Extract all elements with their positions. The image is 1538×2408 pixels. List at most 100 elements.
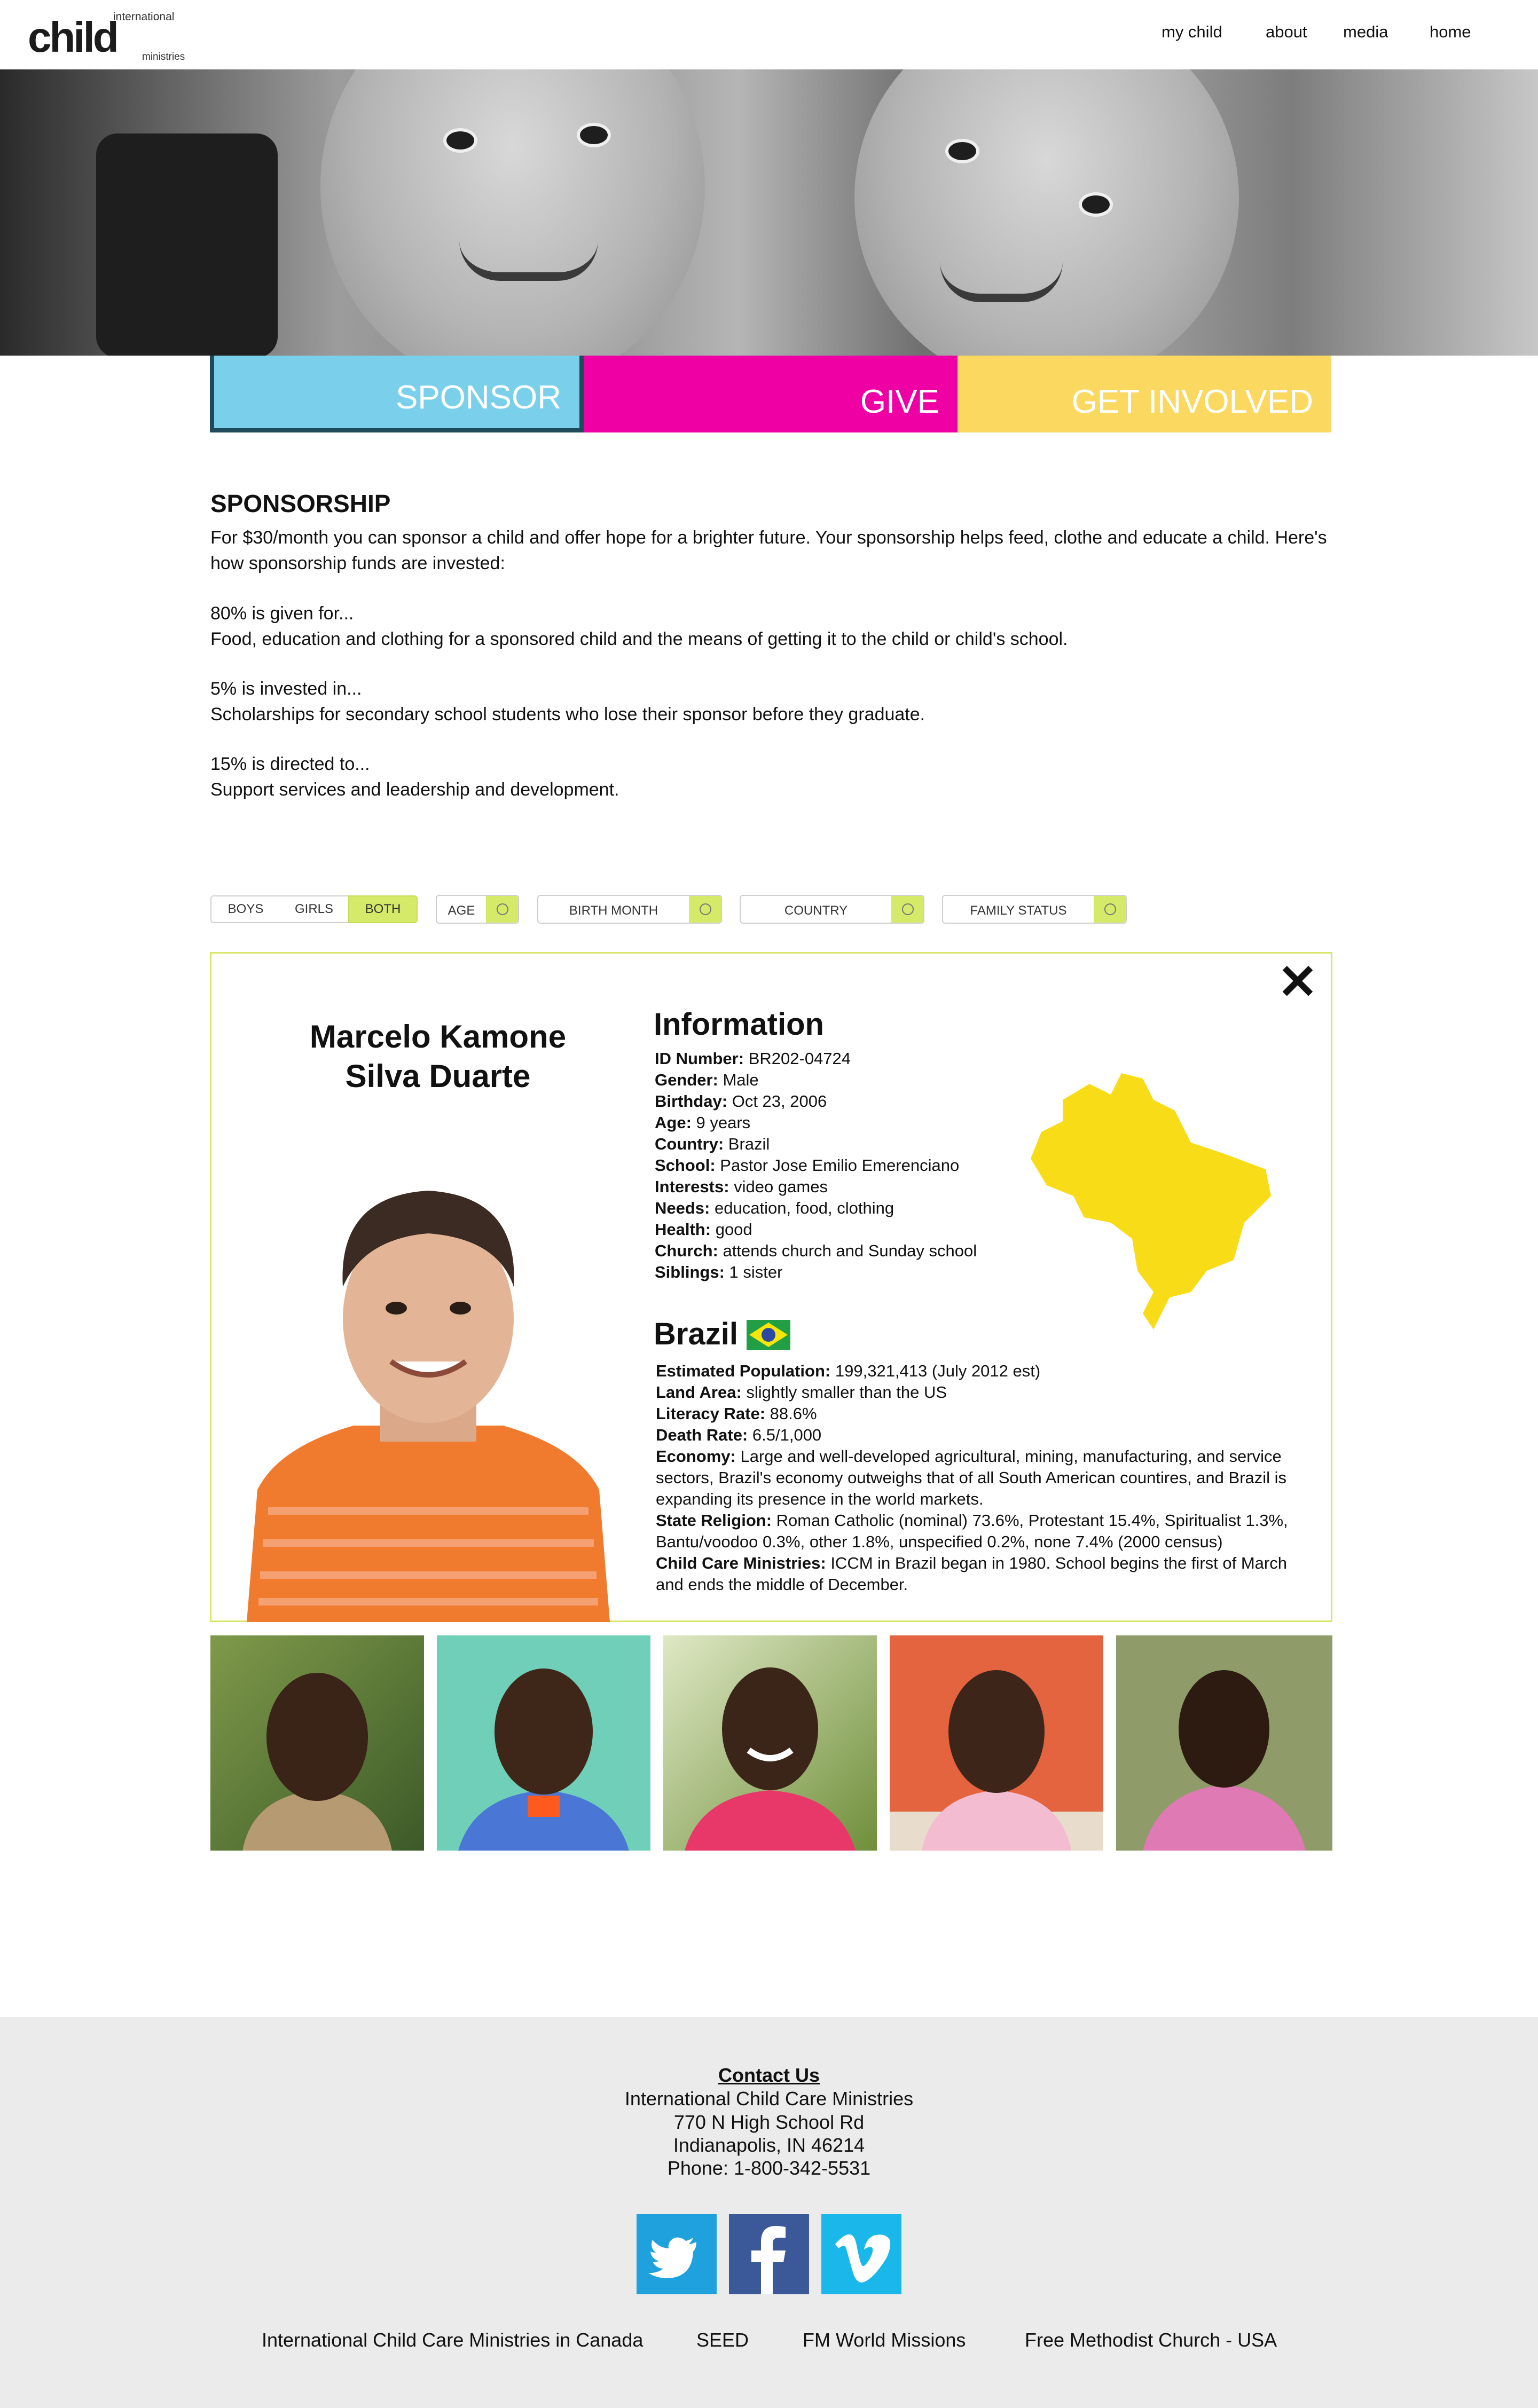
funding-80-body: Food, education and clothing for a spons… <box>210 629 1068 649</box>
child-info-row: Birthday: Oct 23, 2006 <box>655 1091 1029 1112</box>
birth-month-dropdown[interactable]: BIRTH MONTH <box>537 895 722 924</box>
info-value: good <box>715 1220 752 1239</box>
child-thumbnail[interactable] <box>663 1635 877 1851</box>
nav-media[interactable]: media <box>1343 22 1388 42</box>
info-label: Gender: <box>655 1071 718 1089</box>
info-label: Literacy Rate: <box>656 1404 766 1423</box>
info-value: attends church and Sunday school <box>723 1241 977 1260</box>
vimeo-icon[interactable] <box>821 2214 901 2294</box>
country-info-row: Economy: Large and well-developed agricu… <box>656 1446 1297 1510</box>
tab-get-involved[interactable]: GET INVOLVED <box>958 356 1331 432</box>
info-value: slightly smaller than the US <box>746 1383 947 1402</box>
child-info-row: Interests: video games <box>655 1176 1029 1198</box>
twitter-icon[interactable] <box>637 2214 717 2294</box>
country-info-row: Child Care Ministries: ICCM in Brazil be… <box>656 1553 1297 1595</box>
logo-line2: ministries <box>142 51 185 62</box>
footer-street: 770 N High School Rd <box>673 2111 865 2133</box>
country-heading: Brazil <box>654 1317 738 1351</box>
child-info-row: ID Number: BR202-04724 <box>655 1048 1029 1069</box>
info-label: Economy: <box>656 1447 736 1466</box>
info-value: education, food, clothing <box>715 1199 894 1217</box>
link-iccm-canada[interactable]: International Child Care Ministries in C… <box>262 2329 643 2351</box>
child-thumbnail[interactable] <box>437 1635 650 1851</box>
hero-figure <box>96 133 278 356</box>
child-info-row: Siblings: 1 sister <box>655 1262 1029 1283</box>
nav-home[interactable]: home <box>1430 22 1471 42</box>
contact-us-heading[interactable]: Contact Us <box>0 2064 1538 2087</box>
child-info-row: Gender: Male <box>655 1069 1029 1091</box>
info-value: Brazil <box>728 1135 770 1153</box>
funding-5-body: Scholarships for secondary school studen… <box>210 704 925 725</box>
info-value: Oct 23, 2006 <box>732 1092 827 1111</box>
brazil-map <box>1031 1073 1271 1329</box>
link-fm-world-missions[interactable]: FM World Missions <box>803 2329 966 2351</box>
child-info-row: Age: 9 years <box>655 1112 1029 1134</box>
info-label: Country: <box>655 1135 724 1153</box>
information-heading: Information <box>654 1007 824 1042</box>
funding-5-head: 5% is invested in... <box>210 679 362 699</box>
child-info-row: Country: Brazil <box>655 1134 1029 1155</box>
family-status-dropdown[interactable]: FAMILY STATUS <box>942 895 1127 924</box>
info-value: 1 sister <box>729 1263 783 1281</box>
funding-15-body: Support services and leadership and deve… <box>210 780 619 800</box>
info-value: video games <box>734 1177 828 1196</box>
info-label: Siblings: <box>655 1263 725 1281</box>
info-label: Land Area: <box>656 1383 742 1402</box>
country-info-row: Estimated Population: 199,321,413 (July … <box>656 1360 1297 1382</box>
info-value: BR202-04724 <box>748 1049 851 1068</box>
country-dropdown[interactable]: COUNTRY <box>740 895 924 924</box>
filter-girls[interactable]: GIRLS <box>280 895 349 923</box>
info-label: Death Rate: <box>656 1426 748 1444</box>
info-value: 9 years <box>696 1113 751 1132</box>
info-label: Age: <box>655 1113 692 1132</box>
info-label: Birthday: <box>655 1092 728 1111</box>
info-label: Church: <box>655 1241 718 1260</box>
link-seed[interactable]: SEED <box>696 2329 749 2351</box>
site-header: international child care ministries my c… <box>0 0 1538 101</box>
tab-sponsor[interactable]: SPONSOR <box>210 356 584 432</box>
info-label: Health: <box>655 1220 711 1239</box>
child-photo <box>247 1148 610 1622</box>
child-name: Marcelo Kamone Silva Duarte <box>309 1019 567 1094</box>
info-label: Needs: <box>655 1199 710 1217</box>
info-value: 6.5/1,000 <box>752 1426 822 1444</box>
child-info-row: School: Pastor Jose Emilio Emerenciano <box>655 1155 1029 1176</box>
country-info-list: Estimated Population: 199,321,413 (July … <box>656 1360 1297 1595</box>
brazil-flag-icon <box>747 1320 790 1350</box>
info-label: School: <box>655 1156 716 1175</box>
funding-80-head: 80% is given for... <box>210 603 354 624</box>
child-thumbnail[interactable] <box>210 1635 424 1851</box>
chevron-updown-icon <box>1094 896 1126 923</box>
info-label: ID Number: <box>655 1049 744 1068</box>
child-info-row: Needs: education, food, clothing <box>655 1198 1029 1219</box>
logo[interactable]: international child care ministries <box>28 7 193 101</box>
child-info-row: Church: attends church and Sunday school <box>655 1240 1029 1262</box>
child-thumbnail[interactable] <box>1116 1635 1332 1851</box>
tab-give[interactable]: GIVE <box>584 356 958 432</box>
nav-my-child[interactable]: my child <box>1162 22 1222 42</box>
info-value: Male <box>723 1071 759 1089</box>
footer-city: Indianapolis, IN 46214 <box>673 2134 865 2156</box>
filter-both[interactable]: BOTH <box>348 895 418 923</box>
age-dropdown[interactable]: AGE <box>436 895 519 924</box>
chevron-updown-icon <box>486 896 518 923</box>
country-info-row: Land Area: slightly smaller than the US <box>656 1382 1297 1403</box>
info-value: Pastor Jose Emilio Emerenciano <box>720 1156 960 1175</box>
close-icon[interactable]: ✕ <box>1276 958 1319 1006</box>
sponsorship-title: SPONSORSHIP <box>210 490 391 517</box>
footer-phone: Phone: 1-800-342-5531 <box>667 2157 871 2179</box>
child-thumbnail[interactable] <box>890 1635 1103 1851</box>
facebook-icon[interactable] <box>729 2214 809 2294</box>
sponsorship-intro: For $30/month you can sponsor a child an… <box>210 528 1327 573</box>
hero-face-left <box>320 69 705 356</box>
nav-about[interactable]: about <box>1266 22 1307 42</box>
child-info-row: Health: good <box>655 1219 1029 1240</box>
info-label: Estimated Population: <box>656 1362 831 1380</box>
country-info-row: State Religion: Roman Catholic (nominal)… <box>656 1510 1297 1553</box>
link-free-methodist-church[interactable]: Free Methodist Church - USA <box>1025 2329 1277 2351</box>
info-value: 88.6% <box>770 1404 817 1423</box>
filter-boys[interactable]: BOYS <box>210 895 281 923</box>
info-label: Interests: <box>655 1177 729 1196</box>
child-info-list: ID Number: BR202-04724 Gender: Male Birthd… <box>655 1048 1029 1283</box>
country-info-row: Literacy Rate: 88.6% <box>656 1403 1297 1425</box>
